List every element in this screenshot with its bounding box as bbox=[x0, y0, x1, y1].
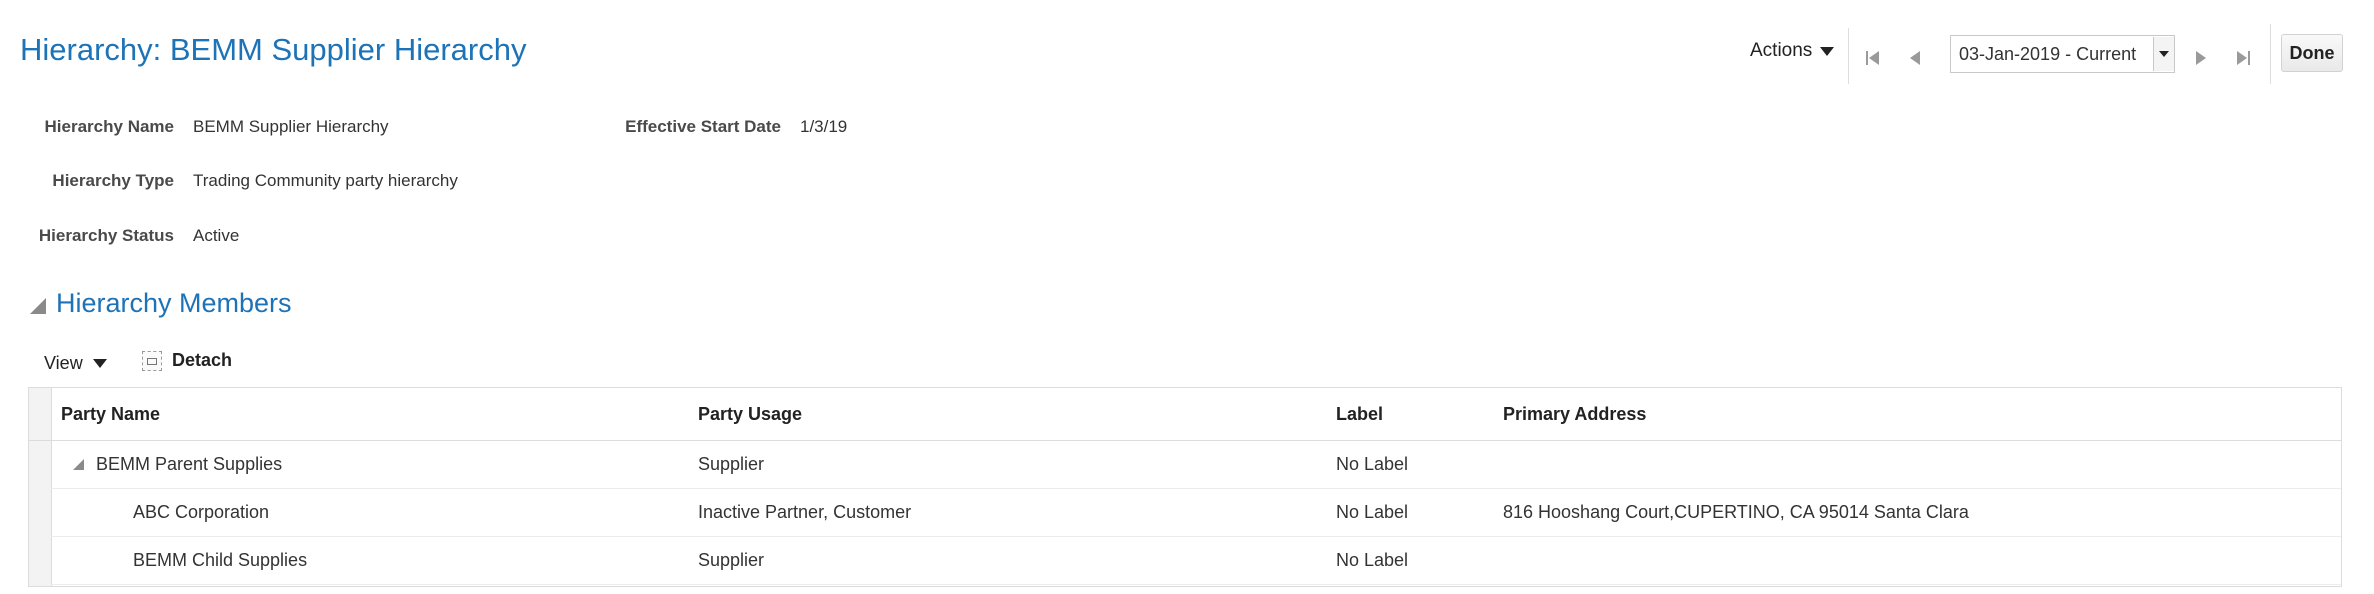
party-name-cell: BEMM Child Supplies bbox=[133, 550, 308, 570]
hierarchy-status-label: Hierarchy Status bbox=[38, 226, 174, 245]
previous-icon bbox=[1910, 51, 1920, 65]
column-header-primary-address[interactable]: Primary Address bbox=[1503, 388, 1646, 440]
section-title: Hierarchy Members bbox=[56, 288, 292, 318]
table-row[interactable]: BEMM Child Supplies Supplier No Label bbox=[51, 537, 2341, 585]
dropdown-toggle[interactable] bbox=[2153, 37, 2174, 71]
hierarchy-type-value: Trading Community party hierarchy bbox=[193, 171, 458, 190]
date-select-value: 03-Jan-2019 - Current bbox=[1959, 43, 2137, 64]
label-cell: No Label bbox=[1336, 550, 1409, 570]
detach-icon bbox=[142, 350, 162, 371]
label-cell: No Label bbox=[1336, 454, 1409, 474]
last-icon bbox=[2237, 51, 2250, 65]
primary-address-cell: 816 Hooshang Court,CUPERTINO, CA 95014 S… bbox=[1503, 502, 1969, 522]
last-page-button[interactable] bbox=[2232, 47, 2254, 69]
hierarchy-status-value: Active bbox=[193, 226, 240, 245]
chevron-down-icon bbox=[92, 359, 107, 368]
row-header-column bbox=[29, 388, 52, 586]
column-header-party-usage[interactable]: Party Usage bbox=[698, 388, 802, 440]
table-row[interactable]: BEMM Parent Supplies Supplier No Label bbox=[51, 441, 2341, 489]
hierarchy-name-label: Hierarchy Name bbox=[44, 117, 174, 136]
chevron-down-icon bbox=[2159, 51, 2169, 57]
tree-expand-icon[interactable] bbox=[73, 459, 84, 470]
actions-label: Actions bbox=[1750, 40, 1813, 61]
party-usage-cell: Supplier bbox=[698, 550, 765, 570]
effective-start-date-value: 1/3/19 bbox=[800, 117, 848, 136]
actions-menu[interactable]: Actions bbox=[1750, 40, 1835, 62]
detach-button[interactable]: Detach bbox=[142, 350, 232, 371]
page-title: Hierarchy: BEMM Supplier Hierarchy bbox=[20, 32, 527, 67]
detach-label: Detach bbox=[172, 350, 233, 370]
members-table: Party Name Party Usage Label Primary Add… bbox=[28, 387, 2342, 587]
party-usage-cell: Inactive Partner, Customer bbox=[698, 502, 912, 522]
done-button[interactable]: Done bbox=[2281, 34, 2343, 72]
party-name-cell: ABC Corporation bbox=[133, 502, 270, 522]
first-page-button[interactable] bbox=[1862, 47, 1884, 69]
table-row[interactable]: ABC Corporation Inactive Partner, Custom… bbox=[51, 489, 2341, 537]
party-usage-cell: Supplier bbox=[698, 454, 765, 474]
hierarchy-name-value: BEMM Supplier Hierarchy bbox=[193, 117, 389, 136]
first-icon bbox=[1866, 51, 1879, 65]
column-header-label[interactable]: Label bbox=[1336, 388, 1383, 440]
column-header-party-name[interactable]: Party Name bbox=[61, 388, 160, 440]
divider bbox=[2270, 24, 2271, 84]
hierarchy-type-label: Hierarchy Type bbox=[52, 171, 174, 190]
section-collapse-icon[interactable] bbox=[30, 298, 46, 314]
party-name-cell: BEMM Parent Supplies bbox=[96, 454, 283, 474]
effective-date-select[interactable]: 03-Jan-2019 - Current bbox=[1950, 35, 2175, 73]
effective-start-date-label: Effective Start Date bbox=[625, 117, 781, 136]
next-icon bbox=[2196, 51, 2206, 65]
view-menu[interactable]: View bbox=[44, 353, 107, 374]
next-button[interactable] bbox=[2190, 47, 2212, 69]
previous-button[interactable] bbox=[1904, 47, 1926, 69]
chevron-down-icon bbox=[1820, 46, 1835, 56]
divider bbox=[1848, 28, 1849, 84]
label-cell: No Label bbox=[1336, 502, 1409, 522]
view-menu-label: View bbox=[44, 353, 83, 373]
